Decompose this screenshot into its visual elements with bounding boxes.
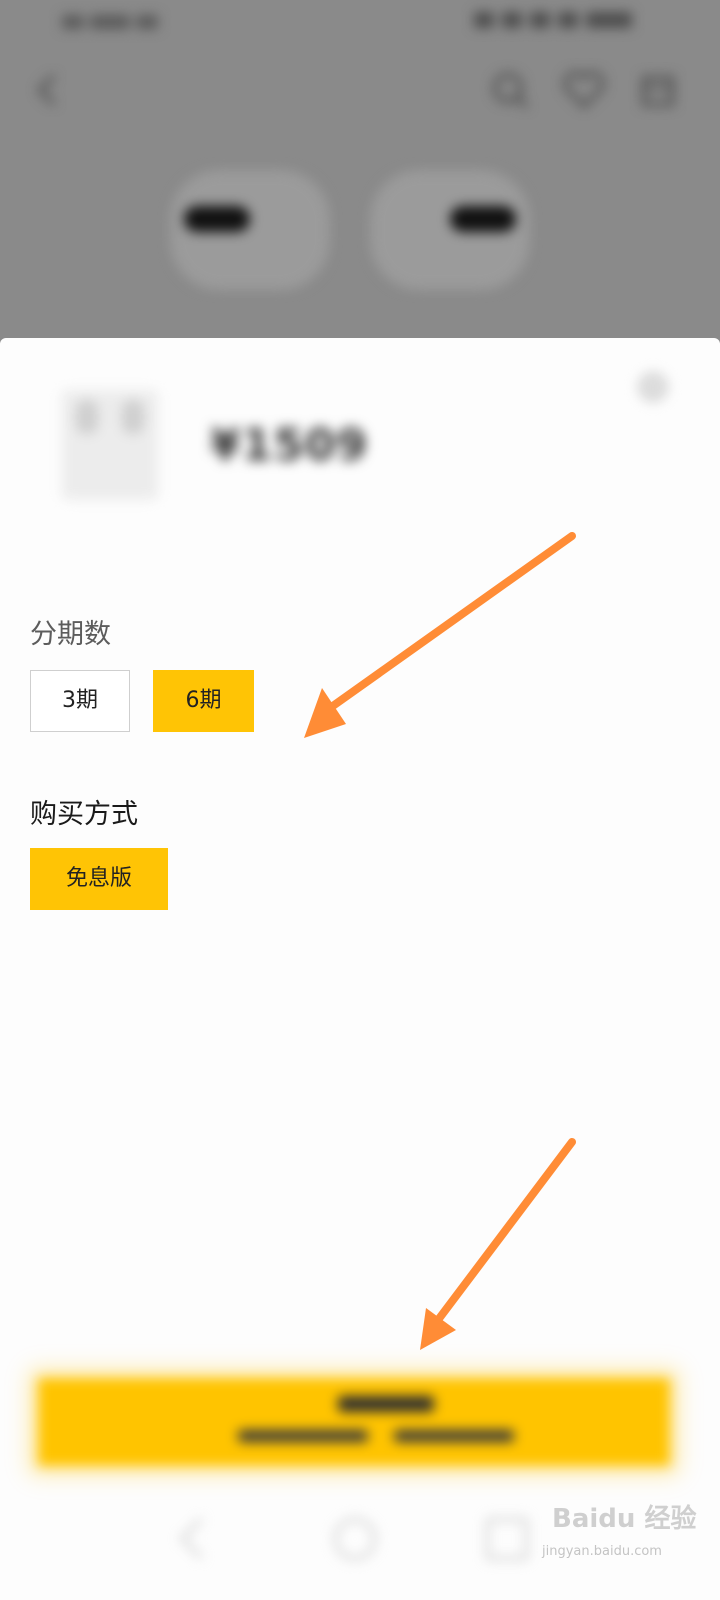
arrow-annotation-buy-button (420, 1138, 576, 1350)
confirm-purchase-button[interactable] (38, 1378, 670, 1466)
baidu-jingyan-watermark: Baidu 经验 jingyan.baidu.com (540, 1490, 710, 1580)
nav-recents-icon[interactable] (486, 1518, 528, 1560)
nav-home-icon[interactable] (334, 1518, 376, 1560)
annotation-arrows (304, 532, 576, 1350)
nav-back-icon[interactable] (179, 1517, 222, 1560)
watermark-brand: Baidu 经验 (552, 1504, 697, 1534)
watermark-url: jingyan.baidu.com (542, 1544, 662, 1559)
arrow-annotation-installment (304, 532, 576, 738)
